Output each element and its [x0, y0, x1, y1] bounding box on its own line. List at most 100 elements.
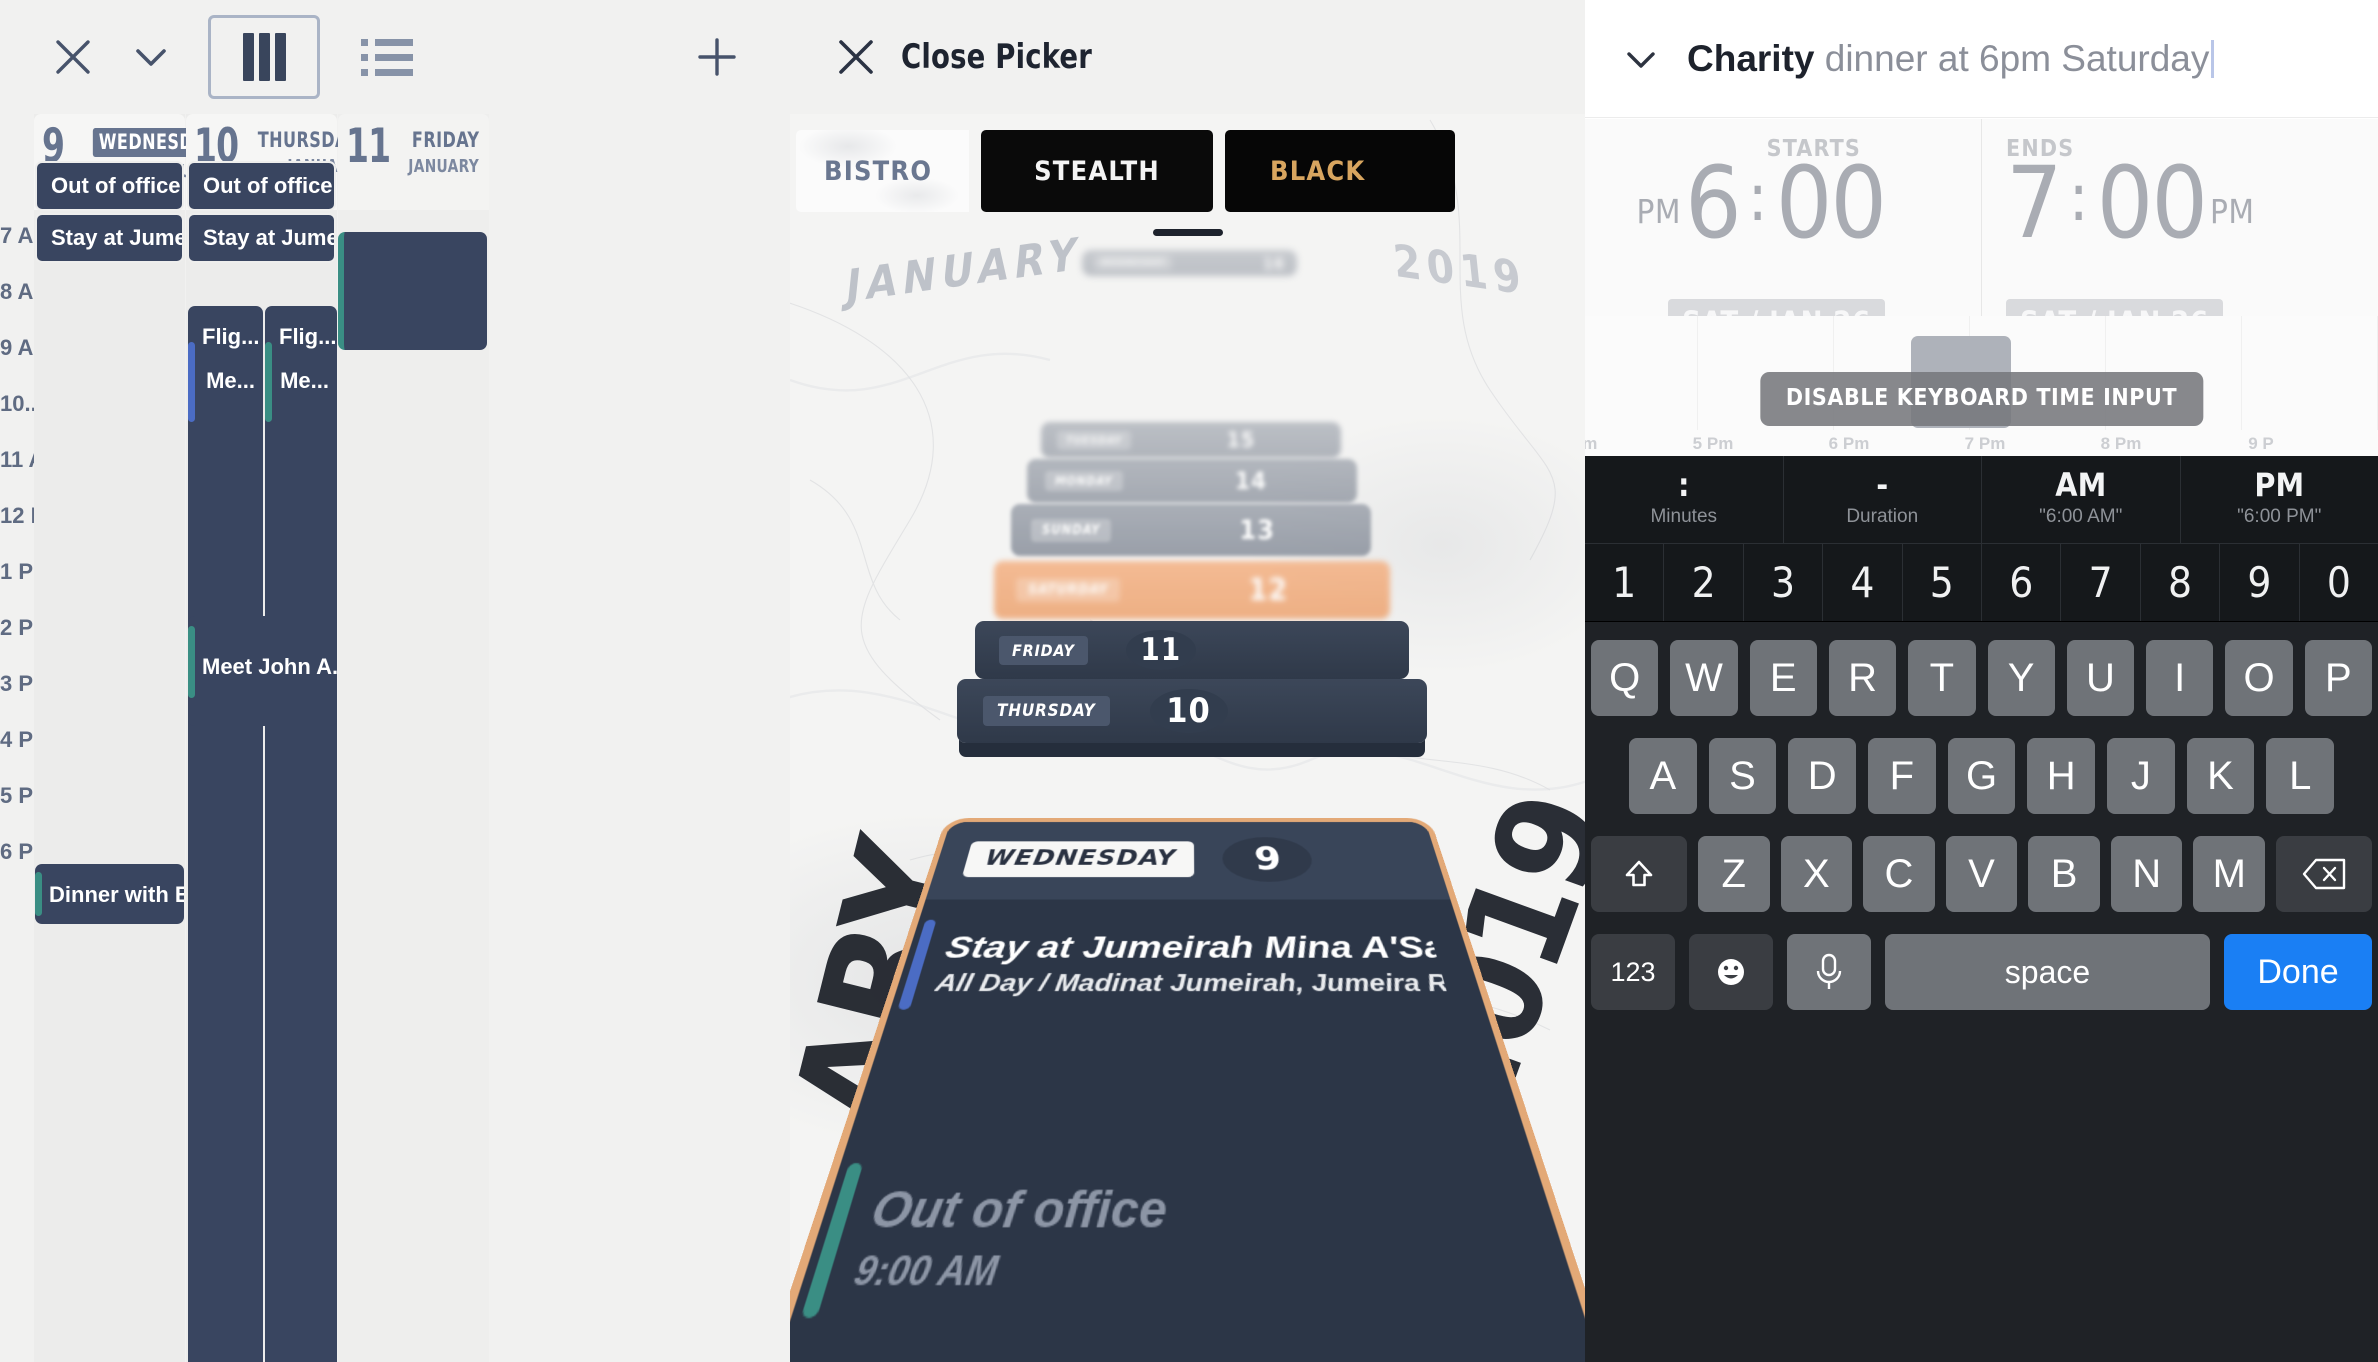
add-event-button[interactable] [678, 18, 756, 96]
keyboard-row-bottom: 123 space Done [1591, 934, 2372, 1024]
event-title-input[interactable]: Charity dinner at 6pm Saturday [1687, 38, 2215, 80]
key-s[interactable]: S [1708, 738, 1777, 814]
key-a[interactable]: A [1628, 738, 1697, 814]
chevron-down-icon[interactable] [1621, 39, 1661, 79]
key-h[interactable]: H [2027, 738, 2096, 814]
key-e[interactable]: E [1749, 640, 1817, 716]
key-4[interactable]: 4 [1823, 544, 1903, 621]
key-am[interactable]: AM "6:00 AM" [1982, 456, 2181, 543]
calendar-event[interactable]: Flig... Me... [265, 306, 337, 1362]
timeline-tick: 4 Pm [1585, 434, 1598, 453]
picker-day-card[interactable]: SUNDAY 13 [1011, 504, 1371, 556]
starts-hour: 6 [1685, 146, 1742, 262]
key-m[interactable]: M [2193, 836, 2266, 912]
key-d[interactable]: D [1788, 738, 1856, 814]
key-v[interactable]: V [1945, 836, 2018, 912]
time-tick: 2 Pm [0, 615, 53, 640]
microphone-icon[interactable] [1787, 934, 1871, 1010]
key-done[interactable]: Done [2224, 934, 2372, 1010]
picker-day-card[interactable]: FRIDAY 11 [975, 621, 1409, 679]
starts-time[interactable]: PM 6 : 00 [1636, 146, 1887, 262]
calendar-event[interactable]: Dinner with Eli... [35, 864, 184, 924]
key-q[interactable]: Q [1591, 640, 1659, 716]
card-weekday: SATURDAY [1016, 578, 1121, 602]
close-picker-label[interactable]: Close Picker [901, 37, 1092, 77]
key-6[interactable]: 6 [1982, 544, 2062, 621]
key-1[interactable]: 1 [1585, 544, 1665, 621]
expanded-card-event[interactable]: Out of office 9:00 AM [790, 1152, 1585, 1334]
key-numeric-switch[interactable]: 123 [1591, 934, 1675, 1010]
key-minutes[interactable]: : Minutes [1585, 456, 1784, 543]
key-k[interactable]: K [2186, 738, 2255, 814]
picker-day-card[interactable]: TUESDAY 15 [1041, 422, 1341, 458]
theme-button-bistro[interactable]: BISTRO [796, 130, 969, 212]
ends-colon: : [2068, 159, 2089, 236]
key-0[interactable]: 0 [2300, 544, 2378, 621]
key-2[interactable]: 2 [1664, 544, 1744, 621]
day-column-friday[interactable]: 11 FRIDAY JANUARY [338, 114, 489, 1362]
calendar-event[interactable]: Out of office [35, 161, 184, 211]
calendar-event[interactable]: Stay at Jumeir... [187, 213, 336, 263]
starts-column: STARTS PM 6 : 00 SAT / JAN 26 [1585, 119, 1981, 347]
picker-day-card-selected[interactable]: SATURDAY 12 [994, 561, 1390, 619]
calendar-event[interactable]: Out of office [187, 161, 336, 211]
key-y[interactable]: Y [1987, 640, 2055, 716]
key-l[interactable]: L [2266, 738, 2335, 814]
picker-day-card[interactable]: MONDAY 14 [1027, 459, 1357, 503]
key-9[interactable]: 9 [2220, 544, 2300, 621]
picker-day-card[interactable]: WEDNESDAY 16 [1082, 250, 1297, 276]
day-column-wednesday[interactable]: 9 WEDNESDAY JANUARY Out of office Stay a… [34, 114, 223, 1362]
calendar-event[interactable]: Meet John A... [188, 616, 337, 726]
card-day-number: 11 [1140, 632, 1182, 668]
key-n[interactable]: N [2110, 836, 2183, 912]
key-p[interactable]: P [2304, 640, 2372, 716]
editor-timeline[interactable]: DISABLE KEYBOARD TIME INPUT 4 Pm 5 Pm 6 … [1585, 316, 2378, 456]
key-i[interactable]: I [2146, 640, 2214, 716]
picker-drag-handle[interactable] [1152, 229, 1223, 236]
close-icon[interactable] [34, 18, 112, 96]
time-tick: 10... [0, 391, 43, 416]
expanded-card-event[interactable]: Stay at Jumeirah Mina A'Sala... All Day … [887, 913, 1488, 1018]
key-b[interactable]: B [2028, 836, 2100, 912]
key-w[interactable]: W [1670, 640, 1738, 716]
key-x[interactable]: X [1780, 836, 1853, 912]
key-o[interactable]: O [2225, 640, 2293, 716]
picker-day-card[interactable]: THURSDAY 10 [957, 679, 1427, 743]
day-column-thursday[interactable]: 10 THURSDAY JANUARY Out of office Stay a… [186, 114, 358, 1362]
chevron-down-icon[interactable] [112, 18, 190, 96]
key-5[interactable]: 5 [1903, 544, 1983, 621]
emoji-icon[interactable] [1689, 934, 1773, 1010]
key-g[interactable]: G [1947, 738, 2016, 814]
key-j[interactable]: J [2107, 738, 2175, 814]
starts-meridiem: PM [1636, 192, 1682, 232]
key-duration[interactable]: - Duration [1784, 456, 1982, 543]
key-pm[interactable]: PM "6:00 PM" [2181, 456, 2378, 543]
shift-icon[interactable] [1590, 836, 1687, 912]
list-view-icon[interactable] [348, 18, 426, 96]
key-u[interactable]: U [2066, 640, 2135, 716]
key-8[interactable]: 8 [2141, 544, 2221, 621]
backspace-icon[interactable] [2276, 836, 2373, 912]
keyboard-number-row: 1 2 3 4 5 6 7 8 9 0 [1585, 544, 2378, 622]
ends-time[interactable]: 7 : 00 PM [2006, 146, 2255, 262]
week-columns-icon[interactable] [208, 15, 320, 99]
calendar-event[interactable]: Flig... Me... [188, 306, 263, 1362]
day-header-friday[interactable]: 11 FRIDAY JANUARY [338, 114, 489, 210]
ends-hour: 7 [2006, 146, 2063, 262]
theme-button-black[interactable]: BLACK [1225, 130, 1455, 212]
key-space[interactable]: space [1885, 934, 2210, 1010]
disable-keyboard-time-input-tooltip[interactable]: DISABLE KEYBOARD TIME INPUT [1759, 372, 2204, 426]
key-3[interactable]: 3 [1744, 544, 1824, 621]
new-event-selection-block[interactable] [338, 232, 487, 350]
key-c[interactable]: C [1863, 836, 1935, 912]
card-day-number: 10 [1166, 691, 1211, 731]
calendar-event[interactable]: Stay at Jumeir... [35, 213, 184, 263]
key-t[interactable]: T [1908, 640, 1976, 716]
theme-button-stealth[interactable]: STEALTH [981, 130, 1213, 212]
day-column-next[interactable] [490, 114, 641, 1362]
key-r[interactable]: R [1828, 640, 1897, 716]
close-picker-icon[interactable] [835, 36, 877, 78]
key-f[interactable]: F [1868, 738, 1936, 814]
key-z[interactable]: Z [1697, 836, 1770, 912]
key-7[interactable]: 7 [2061, 544, 2141, 621]
